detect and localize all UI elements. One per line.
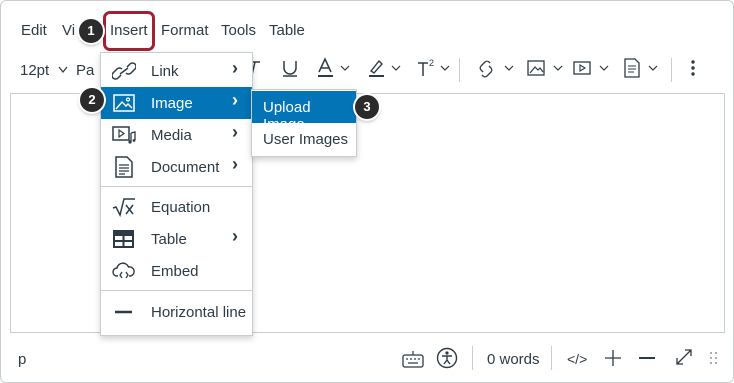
media-icon bbox=[112, 126, 136, 144]
menu-item-label: Document bbox=[151, 159, 220, 176]
menu-item-upload-image[interactable]: Upload Image bbox=[252, 91, 356, 133]
equation-icon bbox=[112, 198, 135, 218]
chevron-down-icon bbox=[58, 66, 68, 74]
document-icon[interactable] bbox=[622, 56, 660, 80]
menu-separator bbox=[101, 186, 252, 187]
chevron-right-icon: › bbox=[232, 122, 238, 142]
highlight-color-icon[interactable] bbox=[367, 56, 403, 80]
fullscreen-icon[interactable] bbox=[675, 348, 693, 366]
more-vertical-icon[interactable] bbox=[688, 56, 698, 80]
menu-item-link[interactable]: Link › bbox=[101, 55, 252, 87]
chevron-right-icon: › bbox=[232, 226, 238, 246]
paragraph-select[interactable]: Pa bbox=[76, 62, 94, 79]
minus-icon[interactable] bbox=[638, 349, 656, 367]
toolbar-divider bbox=[459, 58, 460, 82]
underline-icon[interactable] bbox=[281, 56, 299, 80]
menu-item-label: Equation bbox=[151, 199, 211, 216]
statusbar-divider bbox=[472, 346, 473, 370]
image-submenu: Upload Image User Images bbox=[251, 89, 357, 157]
menu-item-label: Media bbox=[151, 127, 192, 144]
text-color-icon[interactable] bbox=[316, 56, 352, 80]
link-icon bbox=[112, 62, 136, 80]
insert-menu: Link › Image › Media › Document › Equati… bbox=[100, 52, 253, 336]
superscript-icon[interactable]: 2 bbox=[416, 56, 452, 80]
menu-item-table[interactable]: Table › bbox=[101, 223, 252, 255]
svg-text:2: 2 bbox=[429, 58, 434, 68]
menu-table[interactable]: Table bbox=[269, 22, 305, 39]
document-icon bbox=[115, 156, 133, 178]
keyboard-icon[interactable] bbox=[402, 349, 424, 369]
image-icon[interactable] bbox=[526, 56, 566, 80]
toolbar-divider bbox=[671, 58, 672, 82]
menu-item-image[interactable]: Image › bbox=[101, 87, 252, 119]
callout-badge: 1 bbox=[79, 19, 103, 43]
menu-item-label: Horizontal line bbox=[151, 304, 247, 321]
menu-item-user-images[interactable]: User Images bbox=[252, 123, 356, 155]
link-icon[interactable] bbox=[478, 56, 516, 80]
menu-item-label: User Images bbox=[263, 131, 349, 148]
chevron-right-icon: › bbox=[232, 154, 238, 174]
accessibility-icon[interactable] bbox=[436, 347, 458, 369]
statusbar-divider bbox=[551, 346, 552, 370]
embed-icon bbox=[112, 262, 135, 279]
chevron-right-icon: › bbox=[232, 58, 238, 78]
callout-badge: 3 bbox=[355, 95, 379, 119]
menu-view[interactable]: Vi bbox=[62, 22, 75, 39]
menu-format[interactable]: Format bbox=[161, 22, 209, 39]
html-editor-toggle[interactable]: </> bbox=[567, 351, 587, 367]
horizontal-line-icon bbox=[115, 310, 132, 314]
menu-item-label: Image bbox=[151, 95, 193, 112]
chevron-right-icon: › bbox=[232, 90, 238, 110]
word-count[interactable]: 0 words bbox=[487, 351, 540, 368]
callout-badge: 2 bbox=[80, 88, 104, 112]
menubar: Edit Vi Insert Format Tools Table bbox=[0, 0, 734, 51]
menu-edit[interactable]: Edit bbox=[21, 22, 47, 39]
menu-item-equation[interactable]: Equation bbox=[101, 191, 252, 223]
menu-item-embed[interactable]: Embed bbox=[101, 255, 252, 287]
menu-tools[interactable]: Tools bbox=[221, 22, 256, 39]
menu-item-document[interactable]: Document › bbox=[101, 151, 252, 183]
media-icon[interactable] bbox=[572, 56, 612, 80]
menu-insert[interactable]: Insert bbox=[110, 22, 148, 39]
resize-handle-icon[interactable] bbox=[709, 351, 719, 365]
font-size-select[interactable]: 12pt bbox=[20, 62, 49, 79]
menu-separator bbox=[101, 290, 252, 291]
menu-item-media[interactable]: Media › bbox=[101, 119, 252, 151]
menu-item-label: Embed bbox=[151, 263, 199, 280]
menu-item-label: Link bbox=[151, 63, 179, 80]
menu-item-horizontal-line[interactable]: Horizontal line bbox=[101, 296, 252, 328]
menu-item-label: Table bbox=[151, 231, 187, 248]
table-icon bbox=[113, 230, 134, 248]
element-path[interactable]: p bbox=[18, 351, 26, 368]
image-icon bbox=[113, 94, 135, 112]
plus-icon[interactable] bbox=[604, 349, 622, 367]
